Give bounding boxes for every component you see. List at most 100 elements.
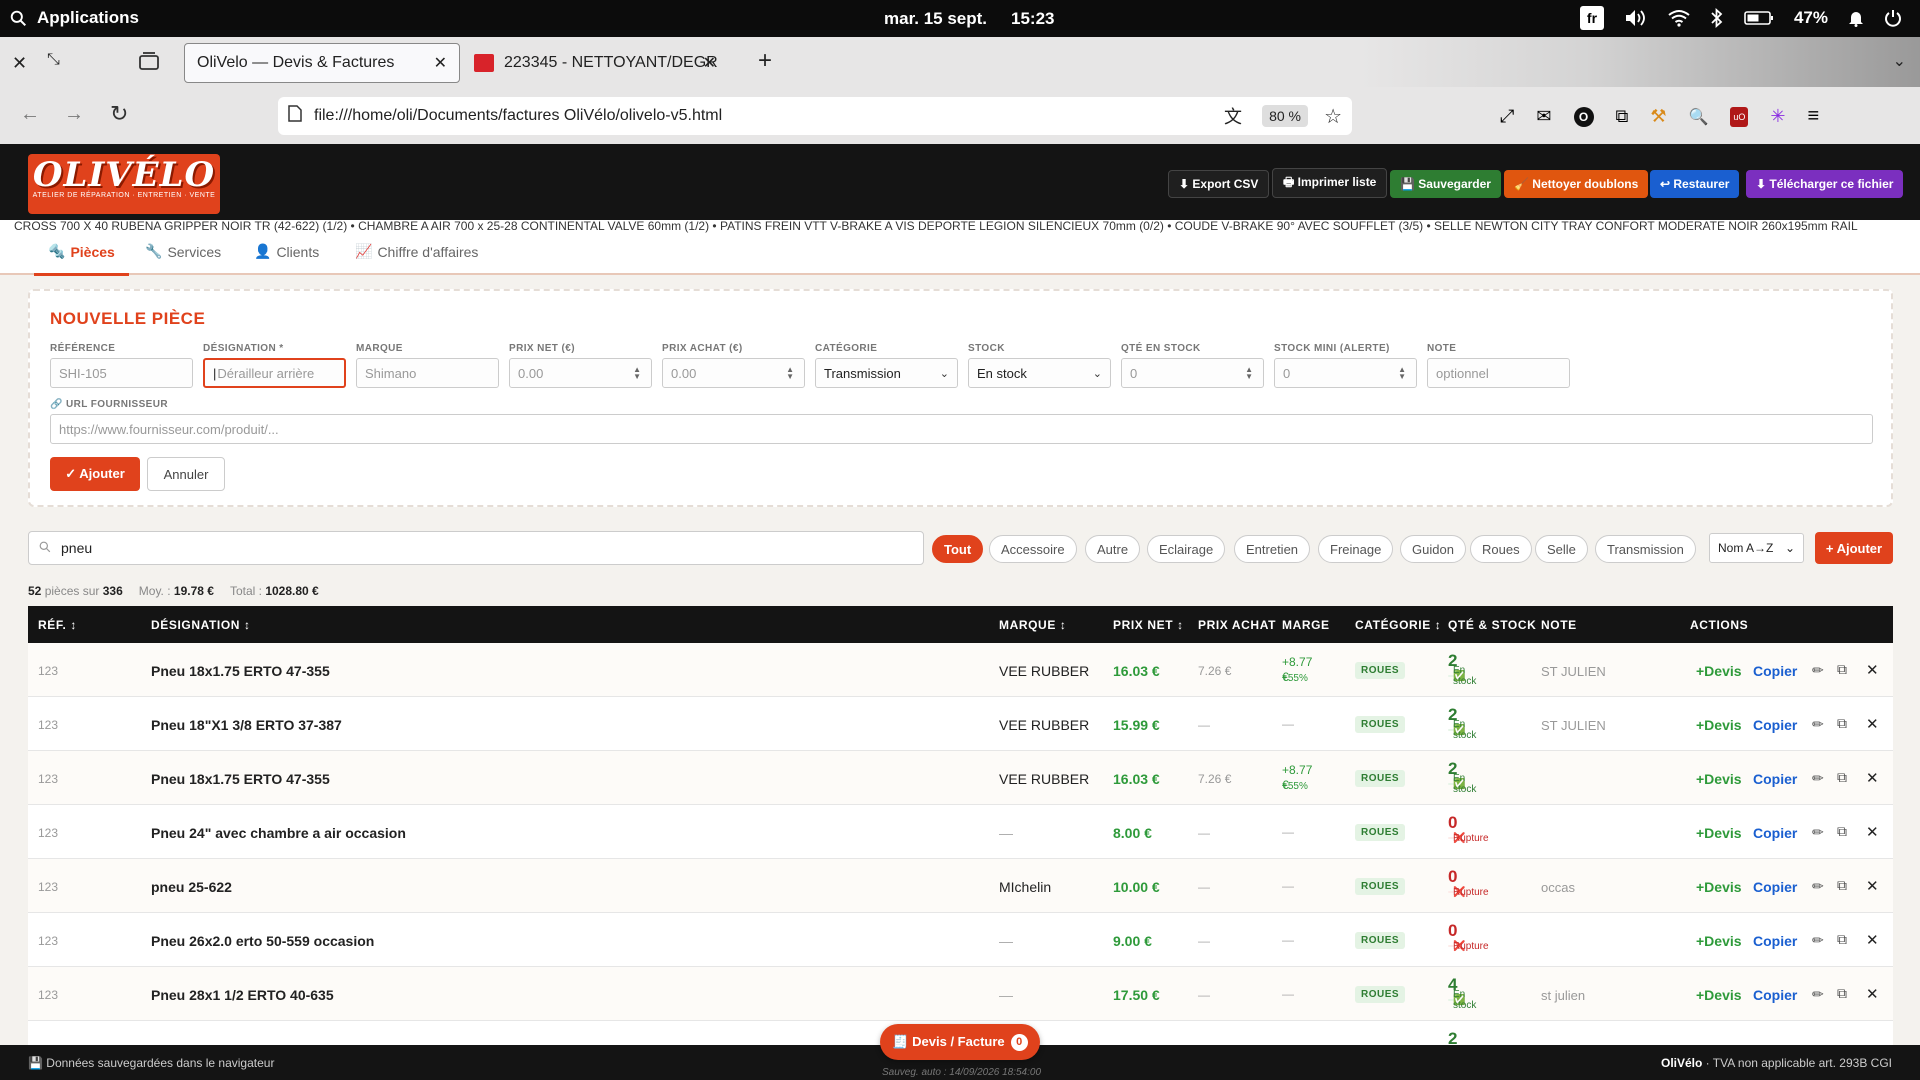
table-row[interactable]: 123 Pneu 18x1.75 ERTO 47-355 VEE RUBBER 16.…	[28, 751, 1893, 805]
tab-overview-icon[interactable]	[138, 51, 160, 71]
bluetooth-icon[interactable]	[1710, 8, 1724, 28]
add-part-quick-button[interactable]: + Ajouter	[1815, 532, 1893, 564]
add-to-devis-button[interactable]: +Devis	[1696, 717, 1742, 733]
extension-asterisk-icon[interactable]: ✳	[1770, 106, 1785, 127]
copy-button[interactable]: Copier	[1753, 663, 1797, 679]
tab-services[interactable]: 🔧 Services	[145, 243, 221, 260]
duplicate-icon[interactable]: ⧉	[1837, 931, 1847, 948]
delete-icon[interactable]: ✕	[1866, 823, 1879, 841]
devis-facture-button[interactable]: 🧾 Devis / Facture 0	[880, 1024, 1040, 1060]
browser-tab-nettoyant[interactable]: 223345 - NETTOYANT/DEGR ✕	[462, 43, 738, 83]
add-to-devis-button[interactable]: +Devis	[1696, 879, 1742, 895]
bookmark-star-icon[interactable]: ☆	[1324, 104, 1342, 129]
edit-pencil-icon[interactable]: ✏	[1812, 878, 1824, 895]
filter-chip-freinage[interactable]: Freinage	[1318, 535, 1394, 563]
search-input[interactable]: pneu	[28, 531, 924, 565]
zoom-level[interactable]: 80 %	[1262, 105, 1308, 127]
save-button[interactable]: 💾 Sauvegarder	[1390, 170, 1501, 198]
edit-pencil-icon[interactable]: ✏	[1812, 716, 1824, 733]
tab-close-icon[interactable]: ✕	[703, 53, 716, 73]
bell-icon[interactable]	[1848, 9, 1864, 27]
cancel-button[interactable]: Annuler	[147, 457, 225, 491]
stepper-icon[interactable]: ▲ ▼	[633, 366, 641, 381]
search-icon[interactable]	[10, 10, 27, 27]
copy-button[interactable]: Copier	[1753, 879, 1797, 895]
stepper-icon[interactable]: ▲ ▼	[786, 366, 794, 381]
power-icon[interactable]	[1884, 9, 1902, 27]
filter-chip-accessoire[interactable]: Accessoire	[989, 535, 1077, 563]
copy-button[interactable]: Copier	[1753, 717, 1797, 733]
close-window-icon[interactable]: ✕	[12, 53, 27, 74]
filter-chip-eclairage[interactable]: Eclairage	[1147, 535, 1226, 563]
note-input[interactable]: optionnel	[1427, 358, 1570, 388]
export-csv-button[interactable]: ⬇ Export CSV	[1168, 170, 1270, 198]
copy-button[interactable]: Copier	[1753, 987, 1797, 1003]
duplicate-icon[interactable]: ⧉	[1837, 715, 1847, 732]
add-to-devis-button[interactable]: +Devis	[1696, 987, 1742, 1003]
col-prix-net[interactable]: PRIX NET ↕	[1113, 618, 1184, 632]
back-arrow-icon[interactable]: ←	[20, 103, 40, 126]
copy-button[interactable]: Copier	[1753, 933, 1797, 949]
delete-icon[interactable]: ✕	[1866, 661, 1879, 679]
url-text[interactable]: file:///home/oli/Documents/factures OliV…	[314, 107, 722, 125]
add-to-devis-button[interactable]: +Devis	[1696, 825, 1742, 841]
col-designation[interactable]: DÉSIGNATION ↕	[151, 618, 251, 632]
volume-icon[interactable]	[1624, 8, 1648, 28]
filter-chip-autre[interactable]: Autre	[1085, 535, 1141, 563]
table-row[interactable]: 123 Pneu 26x2.0 erto 50-559 occasion — 9.00…	[28, 913, 1893, 967]
col-categorie[interactable]: CATÉGORIE ↕	[1355, 618, 1441, 632]
extension-search-icon[interactable]: 🔍	[1689, 107, 1709, 127]
sort-select[interactable]: Nom A→Z ⌄	[1709, 533, 1804, 563]
brand-input[interactable]: Shimano	[356, 358, 499, 388]
delete-icon[interactable]: ✕	[1866, 985, 1879, 1003]
keyboard-layout-indicator[interactable]: fr	[1579, 6, 1604, 30]
copy-button[interactable]: Copier	[1753, 825, 1797, 841]
extension-o-icon[interactable]: O	[1573, 106, 1594, 127]
translate-icon[interactable]: 文	[1224, 103, 1242, 129]
download-file-button[interactable]: ⬇ Télécharger ce fichier	[1746, 170, 1904, 198]
table-row[interactable]: 123 pneu 25-622 MIchelin 10.00 € — — ROUES 0 ❌ Ru…	[28, 859, 1893, 913]
delete-icon[interactable]: ✕	[1866, 769, 1879, 787]
delete-icon[interactable]: ✕	[1866, 715, 1879, 733]
filter-chip-selle[interactable]: Selle	[1535, 535, 1588, 563]
purchase-price-input[interactable]: 0.00 ▲ ▼	[662, 358, 805, 388]
edit-pencil-icon[interactable]: ✏	[1812, 662, 1824, 679]
table-row[interactable]: 123 Pneu 24" avec chambre a air occasion —…	[28, 805, 1893, 859]
tab-close-icon[interactable]: ✕	[434, 53, 447, 73]
browser-tab-olivelo[interactable]: OliVelo — Devis & Factures ✕	[184, 43, 460, 83]
supplier-url-input[interactable]: https://www.fournisseur.com/produit/...	[50, 414, 1873, 444]
wifi-icon[interactable]	[1668, 9, 1690, 27]
table-row[interactable]: 123 Pneu 18"X1 3/8 ERTO 37-387 VEE RUBBER 1…	[28, 697, 1893, 751]
restore-button[interactable]: ↩ Restaurer	[1650, 170, 1740, 198]
filter-chip-transmission[interactable]: Transmission	[1595, 535, 1696, 563]
fullscreen-icon[interactable]: ⤢	[1500, 106, 1514, 127]
reference-input[interactable]: SHI-105	[50, 358, 193, 388]
menu-hamburger-icon[interactable]: ≡	[1808, 105, 1820, 128]
table-row[interactable]: 123 Pneu 18x1.75 ERTO 47-355 VEE RUBBER 16.…	[28, 643, 1893, 697]
copy-button[interactable]: Copier	[1753, 771, 1797, 787]
print-list-button[interactable]: 🖶 Imprimer liste	[1272, 168, 1388, 198]
edit-pencil-icon[interactable]: ✏	[1812, 824, 1824, 841]
stock-select[interactable]: En stock ⌄	[968, 358, 1111, 388]
stepper-icon[interactable]: ▲ ▼	[1245, 366, 1253, 381]
duplicate-icon[interactable]: ⧉	[1837, 823, 1847, 840]
duplicate-icon[interactable]: ⧉	[1837, 877, 1847, 894]
stepper-icon[interactable]: ▲ ▼	[1398, 366, 1406, 381]
add-to-devis-button[interactable]: +Devis	[1696, 771, 1742, 787]
filter-chip-guidon[interactable]: Guidon	[1400, 535, 1466, 563]
designation-input[interactable]: | Dérailleur arrière	[203, 358, 346, 388]
add-to-devis-button[interactable]: +Devis	[1696, 663, 1742, 679]
edit-pencil-icon[interactable]: ✏	[1812, 770, 1824, 787]
filter-chip-entretien[interactable]: Entretien	[1234, 535, 1311, 563]
ublock-icon[interactable]: uO	[1730, 106, 1749, 127]
duplicate-icon[interactable]: ⧉	[1837, 985, 1847, 1002]
net-price-input[interactable]: 0.00 ▲ ▼	[509, 358, 652, 388]
tab-pieces[interactable]: 🔩 Pièces	[34, 243, 129, 276]
duplicate-icon[interactable]: ⧉	[1837, 661, 1847, 678]
tab-clients[interactable]: 👤 Clients	[254, 243, 319, 260]
filter-chip-roues[interactable]: Roues	[1470, 535, 1532, 563]
address-bar[interactable]: file:///home/oli/Documents/factures OliV…	[278, 97, 1352, 135]
forward-arrow-icon[interactable]: →	[64, 103, 84, 126]
new-tab-icon[interactable]: +	[758, 47, 772, 75]
delete-icon[interactable]: ✕	[1866, 877, 1879, 895]
